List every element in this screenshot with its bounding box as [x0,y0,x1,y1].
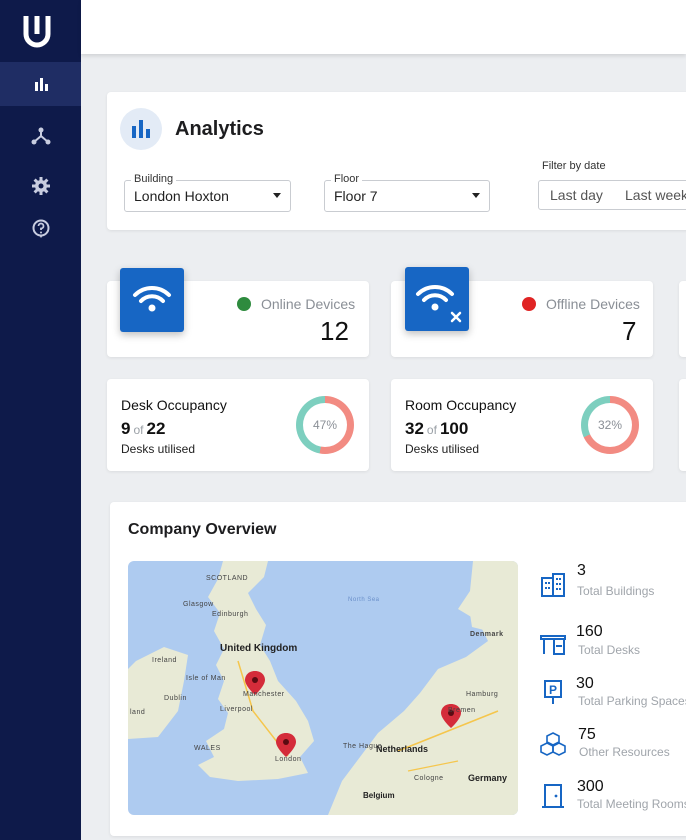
room-used: 32 [405,419,424,438]
room-occupancy-card: Room Occupancy 32 of 100 Desks utilised 32… [391,379,653,471]
map-label: Netherlands [376,744,429,754]
nav-network[interactable] [0,114,81,158]
map-label: Ireland [152,657,177,664]
room-of: of [426,423,437,437]
map-land [128,561,518,815]
page-title: Analytics [175,118,264,140]
desk-occupancy-subtitle: Desks utilised [121,442,196,456]
bar-chart-icon [34,78,48,91]
building-label: Building [131,173,177,185]
map-label: SCOTLAND [206,575,249,582]
stat-value: 160 [576,623,603,640]
last-day-button[interactable]: Last day [538,180,615,210]
online-devices-label: Online Devices [261,296,356,312]
wifi-badge [120,268,184,332]
offline-status-dot [522,297,536,311]
map-label: Edinburgh [212,611,249,618]
desk-occupancy-count: 9 of 22 [121,419,165,439]
bar-chart-icon [132,120,150,138]
floor-label: Floor [331,173,363,185]
parking-icon: P [544,680,562,704]
map-label: Cologne [414,775,444,782]
map-label: Germany [468,773,508,783]
room-occupancy-donut: 32% [581,396,639,454]
map-label: WALES [194,745,221,752]
stat-label: Other Resources [579,745,670,759]
sidebar [0,0,81,840]
building-select[interactable]: Building London Hoxton [124,173,291,212]
stat-label: Total Desks [578,643,641,657]
room-occupancy-percent: 32% [588,403,632,447]
map-label: Denmark [470,631,504,638]
map-label: North Sea [348,597,380,603]
map-label: Glasgow [183,601,214,608]
offline-devices-count: 7 [622,316,637,346]
company-overview-card: Company Overview SCOTLAND Edinburgh Glas… [110,502,686,836]
desk-of: of [133,423,144,437]
stat-label: Total Buildings [577,584,655,598]
map[interactable]: SCOTLAND Edinburgh Glasgow United Kingdo… [128,561,518,815]
stat-value: 30 [576,675,594,692]
date-filter-label: Filter by date [542,160,606,172]
building-icon [541,573,565,597]
map-label: Bremen [448,707,476,714]
analytics-badge [120,108,162,150]
offline-devices-label: Offline Devices [546,296,640,312]
map-label: Dublin [164,695,187,702]
network-icon [31,127,50,145]
desk-total: 22 [146,419,166,438]
floor-value: Floor 7 [334,188,378,204]
nav-settings[interactable] [0,164,81,208]
date-filter-group: Last day Last week [538,180,686,210]
map-label: Hamburg [466,691,499,698]
top-bar [81,0,686,54]
online-devices-count: 12 [320,316,349,346]
map-label: land [130,709,146,716]
map-label: United Kingdom [220,643,298,654]
chevron-down-icon [273,193,281,198]
map-label: London [275,756,302,763]
floor-select[interactable]: Floor Floor 7 [324,173,490,212]
stat-value: 75 [578,726,596,743]
door-icon [542,784,564,808]
map-label: Liverpool [220,706,253,713]
filter-card: Analytics Building London Hoxton Floor F… [107,92,686,230]
partial-card [679,281,686,357]
wifi-off-icon [416,284,462,323]
room-occupancy-count: 32 of 100 [405,419,468,439]
desk-icon [540,635,566,655]
gear-icon [31,177,50,195]
map-label: Manchester [243,691,285,698]
cubes-icon [540,732,566,756]
last-week-button[interactable]: Last week [614,180,686,210]
desk-used: 9 [121,419,131,438]
wifi-icon [133,285,171,312]
company-overview-title: Company Overview [128,521,277,538]
svg-text:P: P [549,683,557,697]
desk-occupancy-title: Desk Occupancy [121,397,227,413]
nav-help[interactable] [0,207,81,251]
stat-label: Total Parking Spaces [578,694,686,708]
help-icon [32,219,49,238]
stat-value: 3 [577,562,586,579]
room-occupancy-subtitle: Desks utilised [405,442,480,456]
wifi-off-badge [405,267,469,331]
stat-label: Total Meeting Rooms [577,797,686,811]
map-label: Isle of Man [186,675,226,682]
room-occupancy-title: Room Occupancy [405,397,517,413]
desk-occupancy-card: Desk Occupancy 9 of 22 Desks utilised 47% [107,379,369,471]
online-status-dot [237,297,251,311]
map-label: Belgium [363,791,395,800]
desk-occupancy-percent: 47% [303,403,347,447]
partial-card [679,379,686,471]
building-value: London Hoxton [134,188,229,204]
stat-value: 300 [577,778,604,795]
map-label: The Hague [343,743,383,750]
room-total: 100 [439,419,469,438]
chevron-down-icon [472,193,480,198]
logo-icon [23,16,51,48]
nav-analytics[interactable] [0,62,81,106]
desk-occupancy-donut: 47% [296,396,354,454]
